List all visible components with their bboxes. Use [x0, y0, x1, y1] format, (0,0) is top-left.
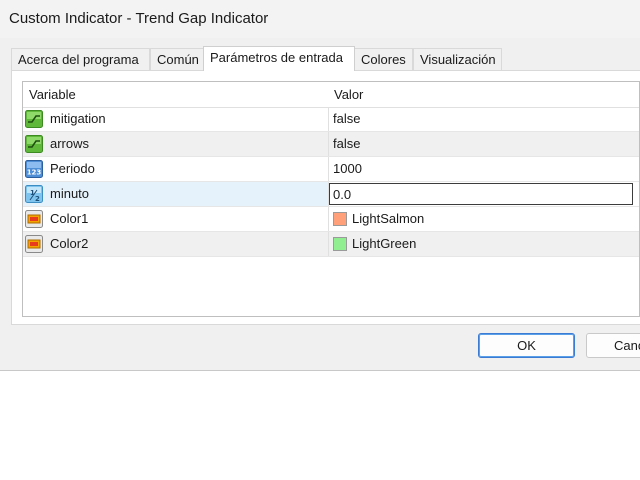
tab-comun[interactable]: Común [150, 48, 204, 70]
parameter-name-cell[interactable]: 1 2 minuto [23, 182, 329, 206]
tab-acerca-del-programa[interactable]: Acerca del programa [11, 48, 150, 70]
parameter-value-cell[interactable]: false [329, 132, 639, 156]
svg-text:123: 123 [27, 169, 42, 177]
bool-icon [25, 135, 43, 153]
parameter-name: Periodo [50, 161, 95, 176]
parameter-row[interactable]: 123 Periodo 1000 [23, 157, 639, 182]
parameter-value-cell[interactable] [329, 182, 639, 206]
color-icon [25, 235, 43, 253]
column-header-value[interactable]: Valor [328, 82, 639, 107]
parameter-name: Color2 [50, 236, 89, 251]
window-title: Custom Indicator - Trend Gap Indicator [9, 10, 269, 27]
parameter-name-cell[interactable]: arrows [23, 132, 329, 156]
parameter-name-cell[interactable]: mitigation [23, 107, 329, 131]
parameter-value: 1000 [333, 161, 362, 176]
parameter-row[interactable]: arrows false [23, 132, 639, 157]
parameter-value-cell[interactable]: LightSalmon [329, 207, 639, 231]
tab-visualizacion[interactable]: Visualización [413, 48, 502, 70]
parameter-name: mitigation [50, 111, 106, 126]
parameter-name-cell[interactable]: Color1 [23, 207, 329, 231]
parameter-value-cell[interactable]: false [329, 107, 639, 131]
parameter-value-cell[interactable]: 1000 [329, 157, 639, 181]
parameter-name-cell[interactable]: Color2 [23, 232, 329, 256]
color-icon [25, 210, 43, 228]
integer-icon: 123 [25, 160, 43, 178]
parameter-value: false [333, 111, 361, 126]
parameter-row[interactable]: Color1 LightSalmon [23, 207, 639, 232]
parameter-row[interactable]: Color2 LightGreen [23, 232, 639, 257]
parameter-value-input[interactable] [329, 183, 633, 205]
bool-icon [25, 110, 43, 128]
parameter-value-cell[interactable]: LightGreen [329, 232, 639, 256]
parameter-name: minuto [50, 186, 90, 201]
color-swatch [333, 237, 347, 251]
dialog-window: Custom Indicator - Trend Gap Indicator A… [0, 0, 640, 371]
parameter-name-cell[interactable]: 123 Periodo [23, 157, 329, 181]
parameter-row[interactable]: mitigation false [23, 107, 639, 132]
parameter-value: LightSalmon [352, 211, 425, 226]
column-header-variable[interactable]: Variable [23, 82, 327, 107]
double-icon: 1 2 [25, 185, 43, 203]
ok-button[interactable]: OK [478, 333, 575, 358]
tab-strip: Acerca del programa Común Parámetros de … [11, 46, 640, 71]
parameter-name: arrows [50, 136, 90, 151]
svg-text:2: 2 [35, 195, 40, 203]
tab-colores[interactable]: Colores [354, 48, 413, 70]
color-swatch [333, 212, 347, 226]
parameter-row[interactable]: 1 2 minuto [23, 182, 639, 207]
tab-parametros-de-entrada[interactable]: Parámetros de entrada [203, 46, 355, 71]
parameter-value: LightGreen [352, 236, 417, 251]
parameter-value: false [333, 136, 361, 151]
title-bar[interactable]: Custom Indicator - Trend Gap Indicator [0, 0, 640, 38]
parameters-grid: Variable Valor mitigation false arrows f… [22, 81, 640, 317]
tab-panel: Variable Valor mitigation false arrows f… [11, 70, 640, 325]
cancel-button[interactable]: Canc [586, 333, 640, 358]
parameter-name: Color1 [50, 211, 89, 226]
grid-header: Variable Valor [23, 82, 639, 108]
